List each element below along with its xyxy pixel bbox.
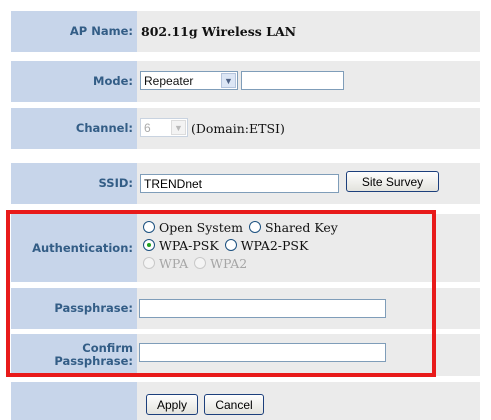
buttons-label-cell (11, 382, 137, 420)
ap-name-value-cell: 802.11g Wireless LAN (137, 11, 480, 52)
shared-key-label: Shared Key (264, 219, 338, 235)
channel-label: Channel: (11, 108, 137, 149)
shared-key-radio[interactable] (248, 221, 261, 233)
open-system-label: Open System (159, 219, 243, 235)
confirm-passphrase-input[interactable] (139, 343, 386, 362)
ap-name-label: AP Name: (11, 11, 137, 52)
authentication-label: Authentication: (11, 214, 137, 282)
wpa2-psk-label: WPA2-PSK (240, 237, 309, 253)
wpa-radio[interactable] (143, 257, 155, 269)
apply-button[interactable]: Apply (146, 394, 198, 415)
wpa2-radio[interactable] (194, 257, 207, 269)
wpa-psk-label: WPA-PSK (159, 237, 219, 253)
passphrase-input[interactable] (139, 299, 386, 318)
confirm-label-line2: Passphrase: (54, 354, 133, 368)
cancel-button[interactable]: Cancel (204, 394, 264, 415)
mode-label: Mode: (11, 61, 137, 102)
channel-select[interactable]: 6 ▼ (140, 118, 188, 137)
passphrase-label: Passphrase: (11, 288, 137, 329)
auth-row-2: WPA-PSK WPA2-PSK (143, 237, 314, 253)
mode-select-value: Repeater (144, 73, 194, 88)
chevron-down-icon[interactable]: ▼ (171, 120, 186, 135)
ssid-label: SSID: (11, 163, 137, 204)
ssid-input[interactable] (140, 174, 339, 193)
wpa-psk-radio[interactable] (143, 239, 155, 251)
auth-row-1: Open System Shared Key (143, 219, 344, 235)
channel-domain-text: (Domain:ETSI) (191, 121, 285, 136)
wpa2-label: WPA2 (210, 255, 248, 271)
site-survey-button[interactable]: Site Survey (346, 171, 439, 192)
chevron-down-icon[interactable]: ▼ (221, 73, 236, 88)
channel-value-cell (137, 108, 480, 149)
auth-row-3: WPA WPA2 (143, 255, 253, 271)
mode-select[interactable]: Repeater ▼ (140, 71, 238, 90)
channel-select-value: 6 (144, 120, 151, 135)
ap-name-value: 802.11g Wireless LAN (141, 24, 297, 39)
open-system-radio[interactable] (143, 221, 155, 233)
mode-text-field[interactable] (241, 71, 344, 90)
wpa-label: WPA (159, 255, 189, 271)
wpa2-psk-radio[interactable] (224, 239, 237, 251)
confirm-passphrase-label: Confirm Passphrase: (11, 334, 137, 376)
